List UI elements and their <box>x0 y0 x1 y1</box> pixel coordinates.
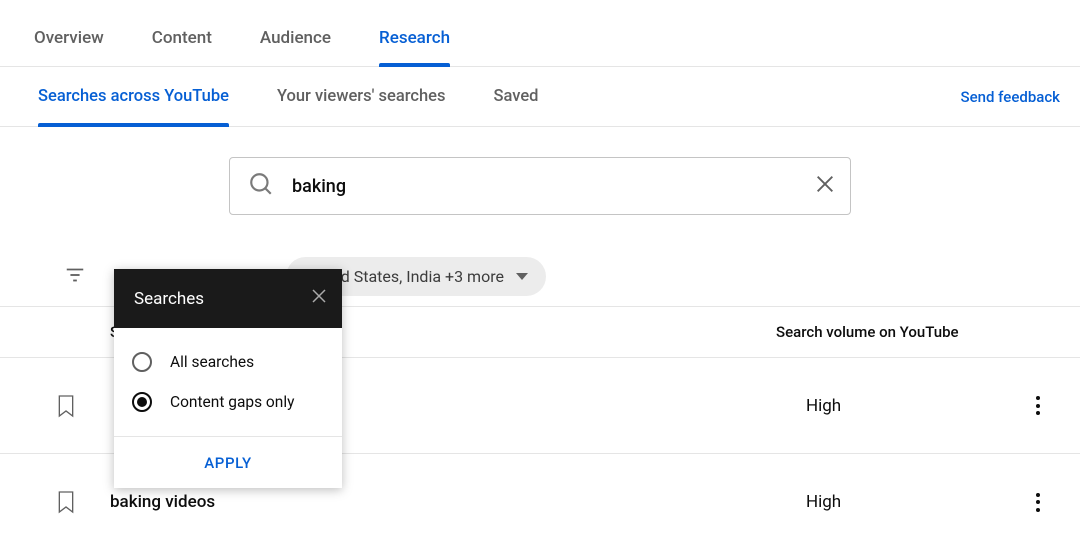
sub-tabs-row: Searches across YouTube Your viewers' se… <box>0 67 1080 127</box>
column-header-volume: Search volume on YouTube <box>776 323 1006 341</box>
search-wrap <box>0 127 1080 247</box>
close-icon[interactable] <box>310 287 328 310</box>
subtab-saved[interactable]: Saved <box>494 67 539 126</box>
send-feedback-link[interactable]: Send feedback <box>961 88 1060 106</box>
radio-icon <box>132 352 152 372</box>
subtab-viewers-searches[interactable]: Your viewers' searches <box>277 67 446 126</box>
more-icon[interactable] <box>1016 493 1060 512</box>
tab-overview[interactable]: Overview <box>34 0 104 66</box>
popup-title: Searches <box>134 289 204 309</box>
tab-content[interactable]: Content <box>152 0 212 66</box>
apply-button[interactable]: APPLY <box>204 454 252 472</box>
radio-icon <box>132 392 152 412</box>
popup-header: Searches <box>114 269 342 328</box>
sub-tabs: Searches across YouTube Your viewers' se… <box>38 67 538 126</box>
subtab-searches-across-youtube[interactable]: Searches across YouTube <box>38 67 229 126</box>
radio-option-content-gaps[interactable]: Content gaps only <box>114 382 342 422</box>
searches-filter-popup: Searches All searches Content gaps only … <box>114 269 342 488</box>
bookmark-icon[interactable] <box>48 490 84 514</box>
radio-label: Content gaps only <box>170 393 294 411</box>
radio-option-all-searches[interactable]: All searches <box>114 342 342 382</box>
radio-label: All searches <box>170 353 254 371</box>
more-icon[interactable] <box>1016 396 1060 415</box>
result-volume: High <box>806 492 1016 512</box>
result-volume: High <box>806 396 1016 416</box>
result-term: baking videos <box>84 492 806 512</box>
search-icon <box>248 171 274 201</box>
tab-audience[interactable]: Audience <box>260 0 331 66</box>
popup-footer: APPLY <box>114 436 342 488</box>
search-input[interactable] <box>292 176 796 197</box>
tab-research[interactable]: Research <box>379 0 450 66</box>
filter-icon[interactable] <box>64 264 86 290</box>
bookmark-icon[interactable] <box>48 394 84 418</box>
clear-icon[interactable] <box>814 173 836 199</box>
popup-body: All searches Content gaps only <box>114 328 342 436</box>
chevron-down-icon <box>516 273 528 280</box>
search-box <box>229 157 851 215</box>
main-tabs: Overview Content Audience Research <box>0 0 1080 67</box>
